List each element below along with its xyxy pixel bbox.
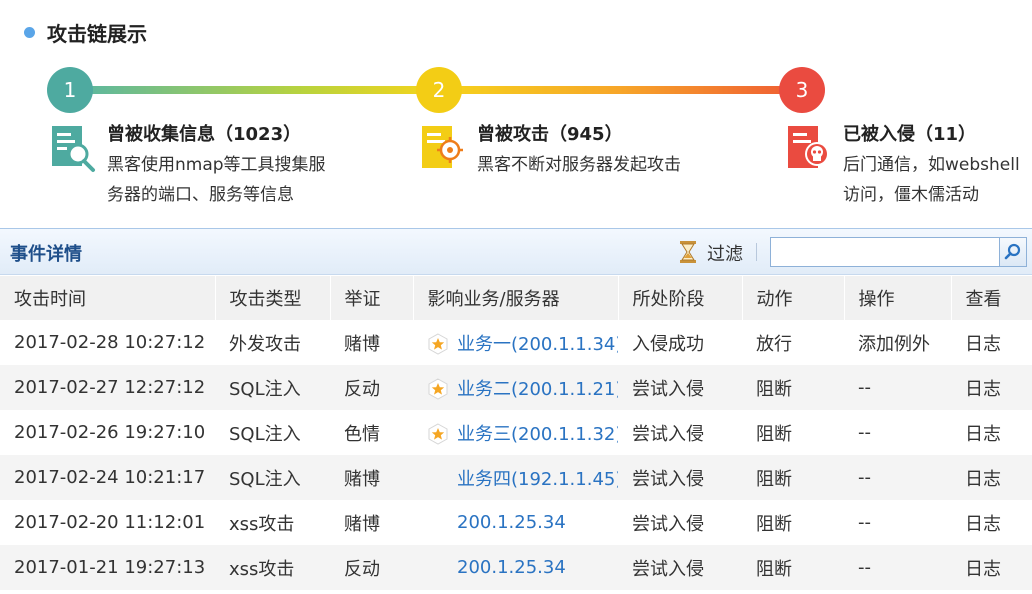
target-cell: 业务四(192.1.1.45) bbox=[413, 455, 618, 500]
attack-type-cell: xss攻击 bbox=[215, 545, 330, 590]
search-icon bbox=[1004, 243, 1021, 260]
attack-time-cell: 2017-02-26 19:27:10 bbox=[0, 410, 215, 455]
stage-1-heading: 曾被收集信息（1023） bbox=[107, 124, 302, 145]
target-cell: 业务一(200.1.1.34) bbox=[413, 320, 618, 365]
step-3-circle: 3 bbox=[779, 67, 825, 113]
search-button[interactable] bbox=[999, 237, 1027, 267]
stage-cell: 尝试入侵 bbox=[618, 365, 742, 410]
hourglass-filter-icon[interactable] bbox=[678, 240, 698, 264]
column-header[interactable]: 攻击类型 bbox=[214, 276, 331, 320]
stage-1-description: 黑客使用nmap等工具搜集服务器的端口、服务等信息 bbox=[107, 155, 326, 205]
attack-time-cell: 2017-02-24 10:21:17 bbox=[0, 455, 215, 500]
bullet-dot-icon bbox=[24, 26, 35, 38]
evidence-link[interactable]: 赌博 bbox=[330, 320, 413, 365]
attack-type-cell: xss攻击 bbox=[215, 500, 330, 545]
stage-3-heading: 已被入侵（11） bbox=[843, 124, 977, 145]
event-details-header: 事件详情 过滤 bbox=[0, 228, 1032, 275]
log-link[interactable]: 日志 bbox=[951, 455, 1032, 500]
evidence-link[interactable]: 赌博 bbox=[330, 455, 413, 500]
attack-time-cell: 2017-02-20 11:12:01 bbox=[0, 500, 215, 545]
table-row: 2017-02-26 19:27:10 SQL注入 色情 业务三(200.1.1… bbox=[0, 410, 1032, 455]
target-link[interactable]: 200.1.25.34 bbox=[457, 557, 566, 578]
operation-cell: -- bbox=[844, 455, 951, 500]
table-row: 2017-01-21 19:27:13 xss攻击 反动 200.1.25.34… bbox=[0, 545, 1032, 590]
step-2-circle: 2 bbox=[416, 67, 462, 113]
log-link[interactable]: 日志 bbox=[951, 410, 1032, 455]
document-skull-icon bbox=[788, 126, 829, 168]
operation-cell: -- bbox=[844, 500, 951, 545]
section-title-text: 攻击链展示 bbox=[47, 21, 147, 46]
target-link[interactable]: 业务三(200.1.1.32) bbox=[457, 424, 618, 445]
stage-2-heading: 曾被攻击（945） bbox=[477, 124, 623, 145]
operation-cell: -- bbox=[844, 365, 951, 410]
search-input[interactable] bbox=[770, 237, 1000, 267]
add-exception-link[interactable]: 添加例外 bbox=[844, 320, 951, 365]
target-link[interactable]: 业务二(200.1.1.21) bbox=[457, 379, 618, 400]
column-header[interactable]: 动作 bbox=[741, 276, 845, 320]
attack-type-cell: SQL注入 bbox=[215, 410, 330, 455]
document-search-icon bbox=[52, 126, 95, 172]
target-cell: 200.1.25.34 bbox=[413, 500, 618, 545]
stage-cell: 尝试入侵 bbox=[618, 500, 742, 545]
attack-time-cell: 2017-02-27 12:27:12 bbox=[0, 365, 215, 410]
column-header[interactable]: 所处阶段 bbox=[617, 276, 743, 320]
attack-time-cell: 2017-01-21 19:27:13 bbox=[0, 545, 215, 590]
star-badge-icon bbox=[428, 377, 448, 400]
stage-cell: 入侵成功 bbox=[618, 320, 742, 365]
target-cell: 业务二(200.1.1.21) bbox=[413, 365, 618, 410]
section-title: 攻击链展示 bbox=[24, 18, 147, 46]
action-cell: 阻断 bbox=[742, 365, 844, 410]
column-header[interactable]: 查看 bbox=[950, 276, 1032, 320]
attack-type-cell: SQL注入 bbox=[215, 365, 330, 410]
stage-cell: 尝试入侵 bbox=[618, 455, 742, 500]
attack-type-cell: 外发攻击 bbox=[215, 320, 330, 365]
column-header[interactable]: 攻击时间 bbox=[0, 276, 216, 320]
target-cell: 业务三(200.1.1.32) bbox=[413, 410, 618, 455]
operation-cell: -- bbox=[844, 410, 951, 455]
document-target-icon bbox=[422, 126, 463, 168]
column-header[interactable]: 操作 bbox=[843, 276, 952, 320]
target-cell: 200.1.25.34 bbox=[413, 545, 618, 590]
table-row: 2017-02-24 10:21:17 SQL注入 赌博 业务四(192.1.1… bbox=[0, 455, 1032, 500]
star-badge-icon bbox=[428, 422, 448, 445]
table-header-row: 攻击时间 攻击类型 举证 影响业务/服务器 所处阶段 动作 操作 查看 bbox=[0, 276, 1032, 320]
stage-cell: 尝试入侵 bbox=[618, 545, 742, 590]
evidence-link[interactable]: 赌博 bbox=[330, 500, 413, 545]
attack-time-cell: 2017-02-28 10:27:12 bbox=[0, 320, 215, 365]
step-1-circle: 1 bbox=[47, 67, 93, 113]
action-cell: 阻断 bbox=[742, 545, 844, 590]
log-link[interactable]: 日志 bbox=[951, 320, 1032, 365]
divider bbox=[756, 243, 757, 261]
table-row: 2017-02-27 12:27:12 SQL注入 反动 业务二(200.1.1… bbox=[0, 365, 1032, 410]
stage-3-description: 后门通信，如webshell访问，僵木儒活动 bbox=[843, 155, 1020, 205]
log-link[interactable]: 日志 bbox=[951, 500, 1032, 545]
target-link[interactable]: 业务一(200.1.1.34) bbox=[457, 334, 618, 355]
operation-cell: -- bbox=[844, 545, 951, 590]
panel-title: 事件详情 bbox=[10, 244, 82, 265]
target-link[interactable]: 业务四(192.1.1.45) bbox=[457, 469, 618, 490]
stage-cell: 尝试入侵 bbox=[618, 410, 742, 455]
table-row: 2017-02-20 11:12:01 xss攻击 赌博 200.1.25.34… bbox=[0, 500, 1032, 545]
event-table: 攻击时间 攻击类型 举证 影响业务/服务器 所处阶段 动作 操作 查看 2017… bbox=[0, 276, 1032, 590]
action-cell: 放行 bbox=[742, 320, 844, 365]
evidence-link[interactable]: 反动 bbox=[330, 365, 413, 410]
log-link[interactable]: 日志 bbox=[951, 365, 1032, 410]
column-header[interactable]: 举证 bbox=[329, 276, 414, 320]
star-badge-icon bbox=[428, 332, 448, 355]
evidence-link[interactable]: 反动 bbox=[330, 545, 413, 590]
action-cell: 阻断 bbox=[742, 410, 844, 455]
stage-2-description: 黑客不断对服务器发起攻击 bbox=[477, 155, 681, 175]
attack-type-cell: SQL注入 bbox=[215, 455, 330, 500]
evidence-link[interactable]: 色情 bbox=[330, 410, 413, 455]
table-row: 2017-02-28 10:27:12 外发攻击 赌博 业务一(200.1.1.… bbox=[0, 320, 1032, 365]
column-header[interactable]: 影响业务/服务器 bbox=[412, 276, 619, 320]
action-cell: 阻断 bbox=[742, 455, 844, 500]
target-link[interactable]: 200.1.25.34 bbox=[457, 512, 566, 533]
filter-label[interactable]: 过滤 bbox=[707, 240, 743, 266]
log-link[interactable]: 日志 bbox=[951, 545, 1032, 590]
action-cell: 阻断 bbox=[742, 500, 844, 545]
